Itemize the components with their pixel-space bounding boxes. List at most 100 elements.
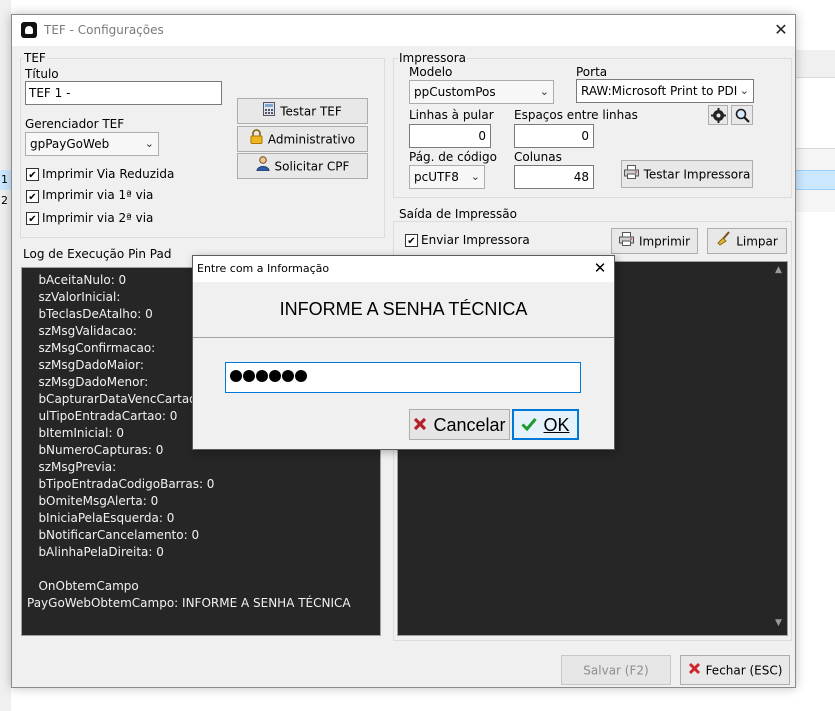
dialog-titlebar[interactable]: Entre com a Informação ✕ — [193, 256, 614, 282]
checkmark-icon — [521, 412, 538, 439]
window-title: TEF - Configurações — [44, 23, 164, 37]
gerenciador-select[interactable]: gpPayGoWeb ⌄ — [25, 132, 159, 156]
printer-search-button[interactable] — [731, 105, 753, 125]
titulo-field[interactable]: TEF 1 - — [25, 81, 222, 105]
log-line: bTipoEntradaCodigoBarras: 0 — [27, 477, 215, 491]
imprimir-via1-checkbox[interactable] — [26, 190, 39, 203]
administrativo-label: Administrativo — [267, 132, 356, 147]
window-titlebar[interactable]: TEF - Configurações ✕ — [12, 15, 795, 46]
person-icon — [256, 155, 270, 179]
log-line: szMsgPrevia: — [27, 460, 117, 474]
printer-icon — [618, 230, 634, 254]
chevron-down-icon: ⌄ — [539, 85, 549, 98]
window-close-button[interactable]: ✕ — [770, 19, 792, 41]
broom-icon — [716, 230, 731, 254]
dialog-close-button[interactable]: ✕ — [590, 258, 610, 278]
pagina-codigo-select[interactable]: pcUTF8 ⌄ — [409, 165, 485, 189]
chevron-down-icon: ⌄ — [144, 137, 154, 150]
saida-scrollbar[interactable]: ▲ ▼ — [771, 262, 787, 635]
password-dot — [295, 370, 307, 382]
close-icon — [688, 657, 701, 685]
printer-config-button[interactable] — [708, 105, 728, 125]
titulo-label: Título — [25, 67, 59, 81]
gerenciador-label: Gerenciador TEF — [25, 117, 125, 131]
password-dot — [243, 370, 255, 382]
background-app-right-edge — [796, 0, 835, 711]
background-app-left-edge: 1 2 — [0, 0, 11, 711]
tef-legend: TEF — [23, 51, 47, 65]
linhas-pular-label: Linhas à pular — [409, 108, 494, 122]
imprimir-label: Imprimir — [638, 234, 691, 249]
background-row-number: 1 — [0, 170, 11, 190]
limpar-button[interactable]: Limpar — [707, 228, 787, 254]
scroll-up-icon[interactable]: ▲ — [775, 265, 782, 275]
log-line: bIniciaPelaEsquerda: 0 — [27, 511, 175, 525]
dialog-title: Entre com a Informação — [197, 262, 330, 275]
fechar-button[interactable]: Fechar (ESC) — [680, 655, 790, 685]
testar-tef-button[interactable]: Testar TEF — [237, 98, 368, 124]
modelo-value: ppCustomPos — [414, 85, 496, 99]
pagina-codigo-label: Pág. de código — [409, 150, 497, 164]
linhas-pular-field[interactable]: 0 — [409, 124, 491, 148]
log-line: PayGoWebObtemCampo: INFORME A SENHA TÉCN… — [27, 596, 351, 610]
modelo-select[interactable]: ppCustomPos ⌄ — [409, 80, 554, 104]
dialog-message: INFORME A SENHA TÉCNICA — [279, 299, 528, 319]
calculator-icon — [263, 100, 276, 124]
impressora-legend: Impressora — [398, 51, 468, 65]
log-line: bAlinhaPelaDireita: 0 — [27, 545, 164, 559]
cancel-x-icon — [413, 411, 427, 440]
salvar-label: Salvar (F2) — [583, 663, 649, 678]
salvar-button[interactable]: Salvar (F2) — [561, 655, 671, 685]
testar-impressora-label: Testar Impressora — [643, 167, 751, 182]
ok-button[interactable]: OK — [512, 409, 579, 440]
modelo-label: Modelo — [409, 65, 453, 79]
imprimir-via1-label: Imprimir via 1ª via — [42, 188, 154, 202]
background-selected-row[interactable] — [796, 170, 835, 190]
log-line: bOmiteMsgAlerta: 0 — [27, 494, 159, 508]
background-toolbar — [796, 50, 835, 78]
porta-label: Porta — [576, 65, 608, 79]
lock-icon — [250, 128, 263, 152]
background-row-number: 2 — [1, 194, 8, 207]
colunas-label: Colunas — [514, 150, 562, 164]
password-dot — [230, 370, 242, 382]
espacos-label: Espaços entre linhas — [514, 108, 638, 122]
password-dot — [269, 370, 281, 382]
imprimir-reduzida-label: Imprimir Via Reduzida — [42, 167, 175, 181]
cancel-button[interactable]: Cancelar — [409, 409, 510, 440]
log-line: bNotificarCancelamento: 0 — [27, 528, 200, 542]
password-dialog: Entre com a Informação ✕ INFORME A SENHA… — [192, 255, 615, 450]
solicitar-cpf-label: Solicitar CPF — [274, 159, 350, 174]
dialog-header: INFORME A SENHA TÉCNICA — [193, 282, 614, 338]
chevron-down-icon: ⌄ — [470, 170, 480, 183]
ok-label: OK — [543, 414, 570, 435]
cancel-label: Cancelar — [433, 414, 506, 435]
password-mask — [230, 370, 308, 386]
gear-icon — [711, 108, 726, 123]
log-line: OnObtemCampo — [27, 579, 139, 593]
imprimir-via2-label: Imprimir via 2ª via — [42, 211, 154, 225]
porta-value: RAW:Microsoft Print to PDI — [581, 84, 738, 98]
magnifier-icon — [735, 108, 750, 123]
administrativo-button[interactable]: Administrativo — [237, 126, 368, 152]
espacos-field[interactable]: 0 — [514, 124, 594, 148]
saida-legend: Saída de Impressão — [398, 207, 519, 221]
imprimir-button[interactable]: Imprimir — [611, 228, 698, 254]
pagina-codigo-value: pcUTF8 — [414, 170, 459, 184]
scroll-down-icon[interactable]: ▼ — [775, 618, 782, 628]
enviar-impressora-label: Enviar Impressora — [421, 233, 530, 247]
gerenciador-value: gpPayGoWeb — [30, 137, 110, 151]
log-label: Log de Execução Pin Pad — [23, 247, 172, 261]
solicitar-cpf-button[interactable]: Solicitar CPF — [237, 153, 368, 179]
porta-select[interactable]: RAW:Microsoft Print to PDI ⌄ — [576, 79, 754, 103]
enviar-impressora-checkbox[interactable] — [405, 234, 418, 247]
app-icon — [21, 22, 37, 38]
testar-impressora-button[interactable]: Testar Impressora — [621, 160, 753, 188]
password-input[interactable] — [225, 362, 581, 393]
imprimir-via2-checkbox[interactable] — [26, 212, 39, 225]
password-dot — [256, 370, 268, 382]
imprimir-reduzida-checkbox[interactable] — [26, 168, 39, 181]
colunas-field[interactable]: 48 — [514, 165, 594, 189]
chevron-down-icon: ⌄ — [737, 80, 749, 102]
